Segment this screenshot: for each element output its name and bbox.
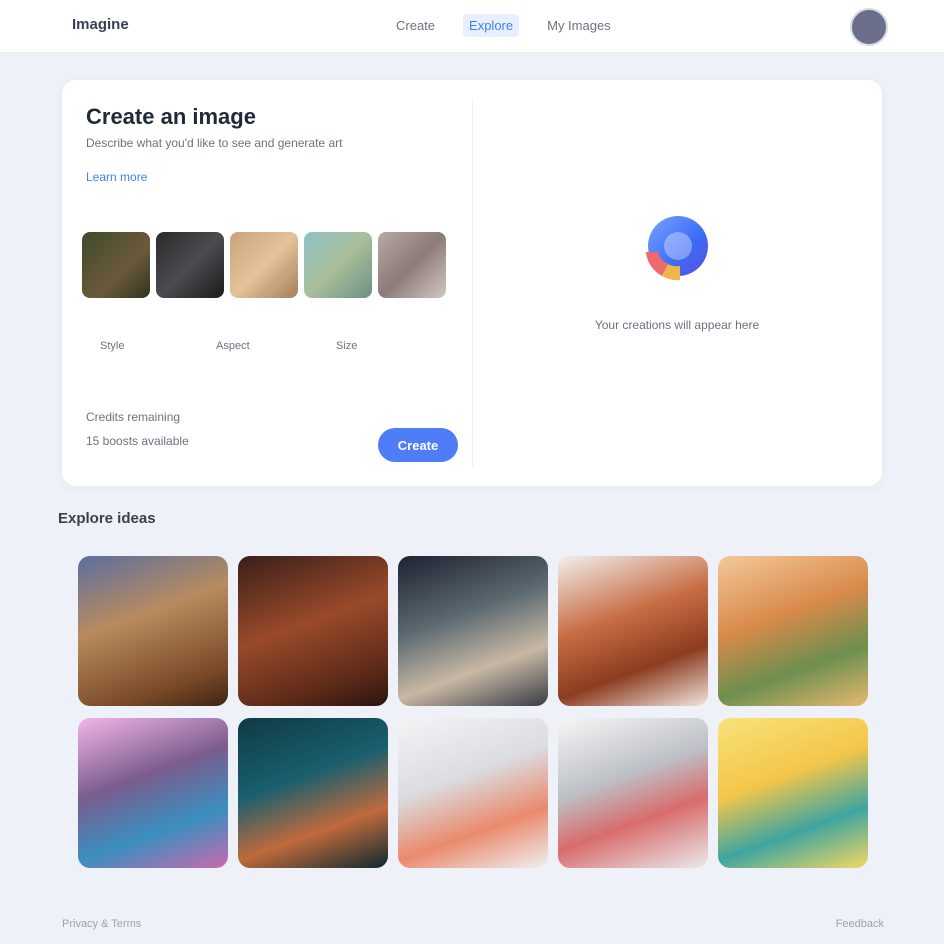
gallery-caption — [558, 860, 708, 868]
gallery-image[interactable] — [238, 718, 388, 868]
sparkle-logo-icon — [646, 216, 708, 281]
gallery-image[interactable] — [238, 556, 388, 706]
gallery-caption — [718, 698, 868, 706]
footer-privacy-link[interactable]: Privacy & Terms — [62, 918, 141, 930]
create-form: Create an image Describe what you'd like… — [82, 94, 462, 474]
gallery-image[interactable] — [718, 556, 868, 706]
gallery-image[interactable] — [398, 556, 548, 706]
brand-logo[interactable]: Imagine — [72, 16, 129, 34]
gallery-image[interactable] — [78, 556, 228, 706]
gallery-image[interactable] — [718, 718, 868, 868]
gallery-caption — [558, 698, 708, 706]
gallery-caption — [398, 860, 548, 868]
nav-item-create[interactable]: Create — [390, 14, 441, 37]
style-thumbnail-portrait[interactable] — [378, 232, 446, 298]
avatar-icon[interactable] — [850, 8, 888, 46]
empty-state-text: Your creations will appear here — [594, 318, 760, 332]
learn-more-link[interactable]: Learn more — [86, 170, 147, 184]
credits-value: 15 boosts available — [86, 434, 189, 448]
preview-panel: Your creations will appear here — [482, 98, 872, 468]
gallery-caption — [78, 698, 228, 706]
top-nav-bar: Imagine Create Explore My Images — [0, 0, 944, 53]
page-title: Create an image — [86, 104, 256, 129]
gallery-caption — [718, 860, 868, 868]
style-caption[interactable]: Style — [100, 340, 124, 352]
page-subtitle: Describe what you'd like to see and gene… — [86, 136, 343, 150]
credits-label: Credits remaining — [86, 410, 181, 424]
style-thumbnails — [82, 232, 446, 298]
gallery-caption — [238, 698, 388, 706]
gallery-image[interactable] — [78, 718, 228, 868]
create-button[interactable]: Create — [378, 428, 458, 462]
gallery-title: Explore ideas — [58, 510, 156, 527]
size-caption[interactable]: Size — [336, 340, 357, 352]
style-thumbnail-cinematic[interactable] — [82, 232, 150, 298]
nav-item-explore[interactable]: Explore — [463, 14, 520, 37]
gallery-image[interactable] — [558, 718, 708, 868]
gallery-image[interactable] — [398, 718, 548, 868]
gallery-caption — [238, 860, 388, 868]
create-card: Create an image Describe what you'd like… — [62, 80, 882, 486]
style-thumbnail-watercolor[interactable] — [304, 232, 372, 298]
gallery-caption — [398, 698, 548, 706]
gallery-image[interactable] — [558, 556, 708, 706]
column-divider — [472, 98, 473, 468]
main-nav: Create Explore My Images — [390, 14, 617, 37]
style-thumbnail-anime[interactable] — [230, 232, 298, 298]
footer-feedback-link[interactable]: Feedback — [836, 918, 884, 930]
image-gallery — [78, 556, 868, 872]
nav-item-my-images[interactable]: My Images — [541, 14, 617, 37]
option-captions: Style Aspect Size — [82, 330, 462, 390]
aspect-caption[interactable]: Aspect — [216, 340, 250, 352]
gallery-caption — [78, 860, 228, 868]
style-thumbnail-photo[interactable] — [156, 232, 224, 298]
